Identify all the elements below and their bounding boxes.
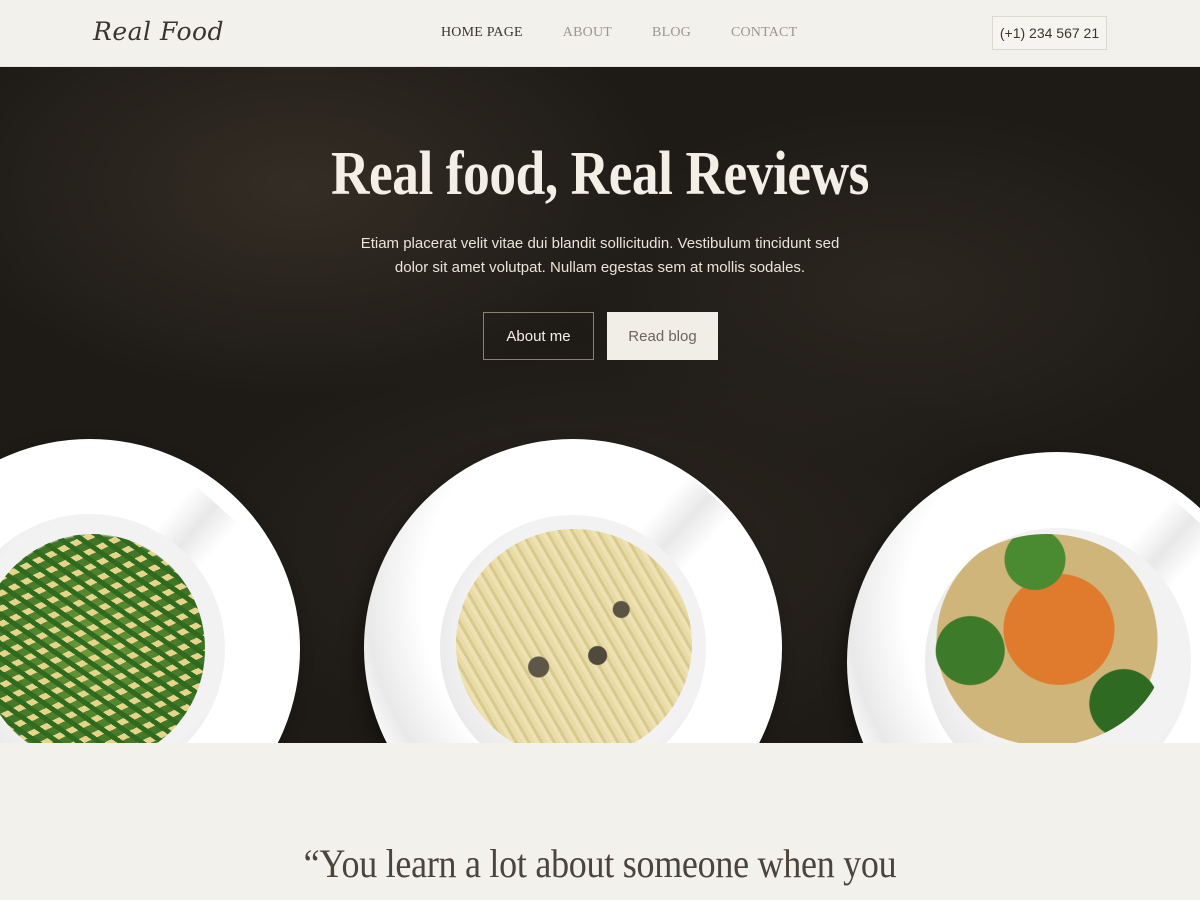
nav-item-blog[interactable]: BLOG <box>652 25 691 41</box>
testimonial-quote: “You learn a lot about someone when you <box>303 841 897 886</box>
chicken-broccoli-rice-food <box>927 534 1167 743</box>
site-logo[interactable]: Real Food <box>93 17 224 46</box>
nav-item-contact[interactable]: CONTACT <box>731 25 797 41</box>
nav-item-about[interactable]: ABOUT <box>563 25 612 41</box>
hero-title: Real food, Real Reviews <box>330 140 870 208</box>
dish-plate-tagliatelle <box>364 439 782 743</box>
dish-plate-penne <box>0 439 300 743</box>
about-me-button[interactable]: About me <box>483 312 594 360</box>
main-nav: HOME PAGE ABOUT BLOG CONTACT <box>441 25 837 41</box>
creamy-mushroom-tagliatelle-food <box>456 529 692 743</box>
read-blog-button[interactable]: Read blog <box>607 312 718 360</box>
phone-button[interactable]: (+1) 234 567 21 <box>992 16 1107 50</box>
site-header: Real Food HOME PAGE ABOUT BLOG CONTACT (… <box>0 0 1200 67</box>
hero-subtitle: Etiam placerat velit vitae dui blandit s… <box>360 235 840 276</box>
dish-plate-chicken <box>847 452 1200 743</box>
nav-item-home[interactable]: HOME PAGE <box>441 25 523 41</box>
hero-section: Real food, Real Reviews Etiam placerat v… <box>0 67 1200 743</box>
